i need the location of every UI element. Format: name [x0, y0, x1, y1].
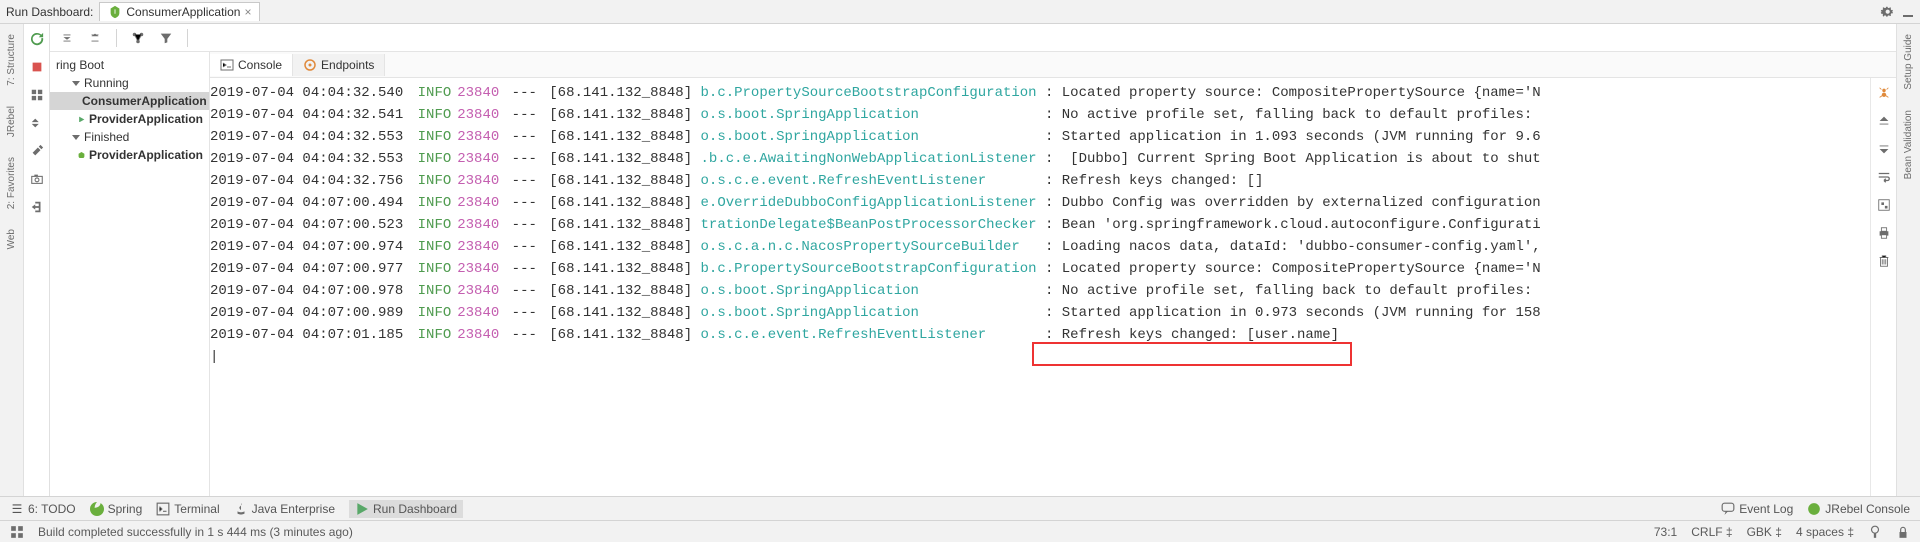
log-line: 2019-07-04 04:07:01.185 INFO23840 --- [6…: [210, 324, 1868, 346]
left-tool-stripe: 7: Structure JRebel 2: Favorites Web: [0, 24, 24, 496]
header-title: Run Dashboard:: [6, 5, 93, 19]
file-encoding[interactable]: GBK ‡: [1747, 525, 1782, 539]
tree-provider-app[interactable]: ProviderApplication: [50, 110, 209, 128]
jrebel-icon: [1807, 502, 1821, 516]
soft-wrap-icon[interactable]: [1875, 168, 1893, 186]
run-dashboard-tool[interactable]: Run Dashboard: [349, 500, 463, 518]
rerun-icon[interactable]: [28, 30, 46, 48]
console-panel: Console Endpoints 2019-07-04 04:04:32.54…: [210, 52, 1896, 496]
clear-icon[interactable]: [1875, 252, 1893, 270]
caret-position[interactable]: 73:1: [1654, 525, 1677, 539]
status-message: Build completed successfully in 1 s 444 …: [38, 525, 353, 539]
terminal-icon: [156, 502, 170, 516]
play-icon: [355, 502, 369, 516]
scroll-to-end-icon[interactable]: [1875, 196, 1893, 214]
minimize-icon[interactable]: [1902, 6, 1914, 18]
console-icon: [220, 58, 234, 72]
spring-tool[interactable]: Spring: [90, 502, 143, 516]
caret-line: |: [210, 346, 1868, 368]
log-line: 2019-07-04 04:04:32.540 INFO23840 --- [6…: [210, 82, 1868, 104]
tree-item-label: ProviderApplication: [89, 112, 203, 126]
lock-icon[interactable]: [1896, 525, 1910, 539]
tree-item-label: ProviderApplication: [89, 148, 203, 162]
log-line: 2019-07-04 04:04:32.541 INFO23840 --- [6…: [210, 104, 1868, 126]
log-line: 2019-07-04 04:07:00.523 INFO23840 --- [6…: [210, 214, 1868, 236]
tree-item-label: ConsumerApplication: [82, 94, 207, 108]
tree-finished-group[interactable]: Finished: [50, 128, 209, 146]
run-config-tab[interactable]: ConsumerApplication ×: [99, 2, 260, 21]
spring-icon: [90, 502, 104, 516]
jrebel-console-tool[interactable]: JRebel Console: [1807, 502, 1910, 516]
log-line: 2019-07-04 04:07:00.978 INFO23840 --- [6…: [210, 280, 1868, 302]
spring-boot-icon: [108, 5, 122, 19]
java-enterprise-tool[interactable]: Java Enterprise: [234, 502, 335, 516]
expand-icon[interactable]: [28, 114, 46, 132]
right-tool-stripe: Setup Guide Bean Validation: [1896, 24, 1920, 496]
setup-guide-tool[interactable]: Setup Guide: [1903, 28, 1914, 96]
gear-icon[interactable]: [1880, 4, 1896, 20]
jrebel-tool[interactable]: JRebel: [6, 100, 17, 143]
line-separator[interactable]: CRLF ‡: [1691, 525, 1732, 539]
camera-icon[interactable]: [28, 170, 46, 188]
play-icon: [78, 112, 85, 126]
log-output[interactable]: 2019-07-04 04:04:32.540 INFO23840 --- [6…: [210, 78, 1870, 496]
balloon-icon: [1721, 502, 1735, 516]
event-log-tool[interactable]: Event Log: [1721, 502, 1793, 516]
favorites-tool[interactable]: 2: Favorites: [6, 151, 17, 215]
scroll-up-icon[interactable]: [1875, 112, 1893, 130]
spring-boot-icon: [78, 148, 85, 162]
log-line: 2019-07-04 04:07:00.494 INFO23840 --- [6…: [210, 192, 1868, 214]
tree-root[interactable]: ring Boot: [50, 56, 209, 74]
layout-icon[interactable]: [28, 86, 46, 104]
tab-console[interactable]: Console: [210, 54, 293, 76]
tab-endpoints[interactable]: Endpoints: [293, 54, 385, 76]
indent-setting[interactable]: 4 spaces ‡: [1796, 525, 1854, 539]
close-icon[interactable]: ×: [244, 5, 251, 19]
exit-icon[interactable]: [28, 198, 46, 216]
stop-icon[interactable]: [28, 58, 46, 76]
bottom-tool-stripe: ☰6: TODO Spring Terminal Java Enterprise…: [0, 496, 1920, 520]
list-icon: ☰: [10, 502, 24, 516]
log-line: 2019-07-04 04:04:32.553 INFO23840 --- [6…: [210, 148, 1868, 170]
log-right-actions: [1870, 78, 1896, 496]
run-config-tree: ring Boot Running ConsumerApplication Pr…: [50, 52, 210, 496]
tree-consumer-app[interactable]: ConsumerApplication: [50, 92, 209, 110]
structure-tool[interactable]: 7: Structure: [6, 28, 17, 92]
log-line: 2019-07-04 04:07:00.974 INFO23840 --- [6…: [210, 236, 1868, 258]
filter-icon[interactable]: [157, 29, 175, 47]
run-config-tab-label: ConsumerApplication: [126, 5, 240, 19]
print-icon[interactable]: [1875, 224, 1893, 242]
run-actions-strip: [24, 24, 50, 496]
inspector-icon[interactable]: [1868, 525, 1882, 539]
bean-validation-tool[interactable]: Bean Validation: [1903, 104, 1914, 185]
log-line: 2019-07-04 04:04:32.756 INFO23840 --- [6…: [210, 170, 1868, 192]
collapse-all-icon[interactable]: [58, 29, 76, 47]
endpoints-icon: [303, 58, 317, 72]
web-tool[interactable]: Web: [6, 223, 17, 255]
hammer-icon[interactable]: [28, 142, 46, 160]
run-dashboard-header: Run Dashboard: ConsumerApplication ×: [0, 0, 1920, 24]
run-toolbar: [50, 24, 1896, 52]
scroll-down-icon[interactable]: [1875, 140, 1893, 158]
ant-icon[interactable]: [1875, 84, 1893, 102]
log-line: 2019-07-04 04:07:00.989 INFO23840 --- [6…: [210, 302, 1868, 324]
todo-tool[interactable]: ☰6: TODO: [10, 502, 76, 516]
tree-provider-app-finished[interactable]: ProviderApplication: [50, 146, 209, 164]
java-icon: [234, 502, 248, 516]
status-bar: Build completed successfully in 1 s 444 …: [0, 520, 1920, 542]
log-line: 2019-07-04 04:04:32.553 INFO23840 --- [6…: [210, 126, 1868, 148]
windows-icon[interactable]: [10, 525, 24, 539]
terminal-tool[interactable]: Terminal: [156, 502, 219, 516]
tree-running-group[interactable]: Running: [50, 74, 209, 92]
expand-all-icon[interactable]: [86, 29, 104, 47]
log-line: 2019-07-04 04:07:00.977 INFO23840 --- [6…: [210, 258, 1868, 280]
group-icon[interactable]: [129, 29, 147, 47]
console-tabs: Console Endpoints: [210, 52, 1896, 78]
